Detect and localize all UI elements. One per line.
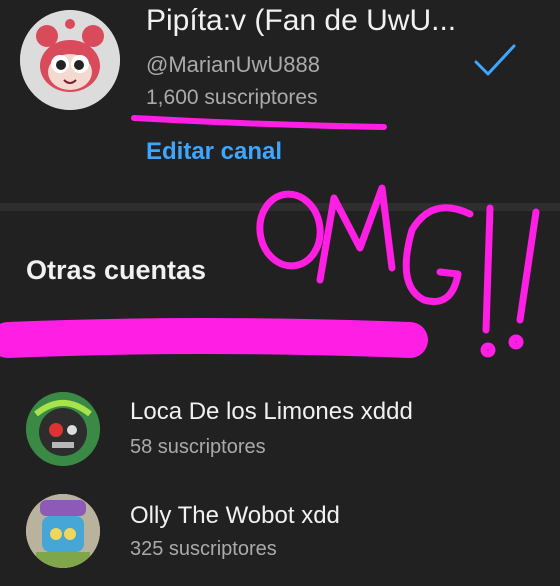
account-subscribers: 325 suscriptores: [130, 538, 277, 560]
account-subscribers: 58 suscriptores: [130, 436, 266, 458]
account-name: Olly The Wobot xdd: [130, 502, 340, 529]
subscriber-count: 1,600 suscriptores: [146, 86, 318, 109]
edit-channel-link[interactable]: Editar canal: [146, 138, 282, 166]
channel-name: Pipíta:v (Fan de UwU...: [146, 4, 457, 37]
account-row-2[interactable]: Olly The Wobot xdd 325 suscriptores: [0, 486, 560, 586]
current-account-header: Pipíta:v (Fan de UwU... @MarianUwU888 1,…: [0, 0, 560, 190]
account-name: Loca De los Limones xddd: [130, 398, 413, 425]
monkey-avatar-icon: [20, 10, 120, 110]
robot-avatar-icon: [26, 392, 100, 466]
bot-avatar-icon: [26, 494, 100, 568]
account-avatar: [26, 494, 100, 568]
handwritten-omg: [256, 184, 540, 358]
channel-handle: @MarianUwU888: [146, 52, 320, 77]
other-accounts-heading: Otras cuentas: [26, 255, 207, 285]
account-avatar: [26, 392, 100, 466]
channel-avatar[interactable]: [20, 10, 120, 110]
account-row-1[interactable]: Loca De los Limones xddd 58 suscriptores: [0, 380, 560, 480]
section-divider: [0, 203, 560, 211]
checkmark-icon: [474, 44, 516, 76]
underline-stroke: [0, 318, 428, 358]
